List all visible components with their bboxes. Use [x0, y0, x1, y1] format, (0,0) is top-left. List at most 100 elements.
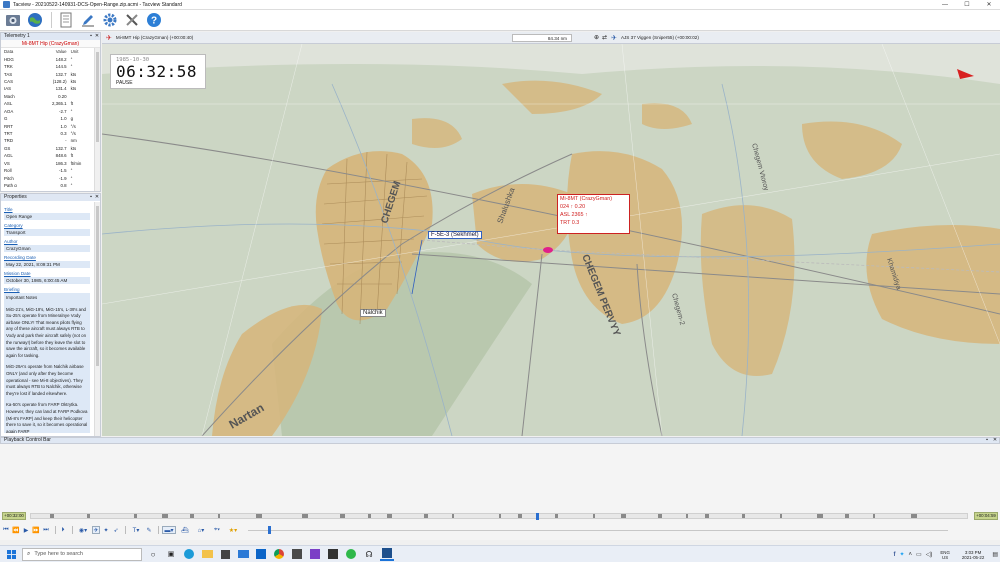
rewind-icon[interactable]: ⏪ [12, 526, 20, 534]
property-label-mission-date[interactable]: Mission Date [4, 271, 97, 276]
headset-icon[interactable]: ☊ [362, 547, 376, 561]
terrain-map[interactable]: CHEGEM CHEGEM PERVYY Shalushka Chegem-2 … [102, 44, 1000, 436]
timeline-event-mark[interactable] [910, 514, 917, 518]
map-viewport[interactable]: ✈ Mi-8MT Hip (CrazyGman) (+00:00:40) 84.… [102, 32, 1000, 436]
telemetry-row[interactable]: Path α 0.8 ° [3, 182, 95, 189]
timeline-event-mark[interactable] [255, 514, 262, 518]
minimize-button[interactable]: — [934, 0, 956, 10]
taskbar-search[interactable]: ⌕ Type here to search [22, 547, 142, 561]
timeline-event-mark[interactable] [190, 514, 195, 518]
telemetry-row[interactable]: RRT 1.0 °/s [3, 122, 95, 129]
timeline-event-mark[interactable] [742, 514, 746, 518]
settings-icon[interactable] [100, 11, 119, 29]
timeline-event-mark[interactable] [779, 514, 782, 518]
mail-icon[interactable] [236, 547, 250, 561]
primary-object-label[interactable]: Mi-8MT Hip (CrazyGman) (+00:00:40) [112, 35, 193, 40]
volume-icon[interactable]: ◁) [926, 551, 933, 558]
telemetry-row[interactable]: G 1.0 g [3, 115, 95, 122]
telemetry-row[interactable]: Roll -1.5 ° [3, 167, 95, 174]
telemetry-row[interactable]: GS 132.7 kts [3, 145, 95, 152]
network-icon[interactable]: ▭ [916, 551, 922, 558]
slider-knob[interactable] [268, 526, 271, 534]
close-icon[interactable]: ✕ [94, 194, 100, 201]
edge-icon[interactable] [182, 547, 196, 561]
property-value-mission-date[interactable]: October 30, 1985, 6:00:45 AM [4, 277, 90, 284]
selected-object-info[interactable]: Mi-8MT (CrazyGman) 024 ↑ 0.20 ASL 2365 ↑… [557, 194, 630, 234]
helicopter-filter-icon[interactable]: ✦ [102, 526, 110, 534]
property-value-title[interactable]: Open Range [4, 213, 90, 220]
property-label-author[interactable]: Author [4, 239, 97, 244]
facebook-icon[interactable]: f [894, 552, 896, 558]
windows-start-icon[interactable] [0, 546, 22, 562]
property-value-recording-date[interactable]: May 22, 2021, 8:09:31 PM [4, 261, 90, 268]
telemetry-row[interactable]: TRT 0.3 °/s [3, 130, 95, 137]
game-icon[interactable] [326, 547, 340, 561]
twitch-icon[interactable] [308, 547, 322, 561]
show-hidden-icons-icon[interactable]: ˄ [909, 552, 913, 558]
cortana-icon[interactable]: ○ [146, 547, 160, 561]
timeline-event-mark[interactable] [87, 514, 91, 518]
timeline-event-mark[interactable] [302, 514, 309, 518]
telemetry-row[interactable]: TRK 144.5 ° [3, 63, 95, 70]
ship-icon[interactable]: ⛴ [178, 526, 192, 534]
document-icon[interactable] [56, 11, 75, 29]
telemetry-row[interactable]: CAS (128.2) kts [3, 78, 95, 85]
property-value-briefing[interactable]: Important Notes MiG-21's, MiG-19's, MiG-… [4, 293, 90, 433]
building-icon[interactable]: ⌂▾ [194, 526, 208, 534]
properties-scrollbar[interactable] [94, 202, 100, 436]
timeline-event-mark[interactable] [367, 514, 371, 518]
telemetry-row[interactable]: Mach 0.20 [3, 93, 95, 100]
edit-icon[interactable] [78, 11, 97, 29]
telemetry-scrollbar[interactable] [94, 48, 100, 191]
globe-icon[interactable] [25, 11, 44, 29]
taskbar-clock[interactable]: 3:03 PM 2021-05-22 [962, 550, 984, 560]
timeline-event-mark[interactable] [845, 514, 850, 518]
weapon-filter-icon[interactable]: ➶ [112, 526, 120, 534]
store-icon[interactable] [218, 547, 232, 561]
language-indicator[interactable]: ENG US [940, 550, 950, 560]
waypoint-icon[interactable]: ⌖▾ [210, 526, 224, 534]
timeline-event-mark[interactable] [817, 514, 824, 518]
timeline-event-mark[interactable] [49, 514, 54, 518]
property-value-author[interactable]: CrazyGman [4, 245, 90, 252]
telemetry-subject[interactable]: Mi-8MT Hip (CrazyGman) [1, 40, 100, 48]
telemetry-row[interactable]: ASL 2,365.1 ft [3, 100, 95, 107]
timeline-event-mark[interactable] [686, 514, 689, 518]
aircraft-filter-icon[interactable]: ✈ [92, 526, 100, 534]
loop-icon[interactable]: ⏵ [59, 526, 67, 534]
timeline-track[interactable] [30, 513, 968, 520]
open-icon[interactable] [3, 11, 22, 29]
aircraft-label-f5e[interactable]: F-5E-3 (Sekhmet) [428, 231, 482, 239]
scrollbar-thumb[interactable] [96, 52, 99, 142]
timeline-event-mark[interactable] [704, 514, 709, 518]
telemetry-row[interactable]: Pitch -1.9 ° [3, 174, 95, 181]
play-icon[interactable]: ▶ [22, 526, 30, 534]
telemetry-row[interactable]: IAS 131.4 kts [3, 85, 95, 92]
timeline-event-mark[interactable] [555, 514, 559, 518]
telemetry-row[interactable]: HDG 148.2 ° [3, 55, 95, 62]
maximize-button[interactable]: ☐ [956, 0, 978, 10]
outlook-icon[interactable] [254, 547, 268, 561]
property-label-recording-date[interactable]: Recording Date [4, 255, 97, 260]
task-view-icon[interactable]: ▣ [164, 547, 178, 561]
skip-end-icon[interactable]: ⏭ [42, 526, 50, 534]
telemetry-row[interactable]: AGL 848.6 ft [3, 152, 95, 159]
fast-forward-icon[interactable]: ⏩ [32, 526, 40, 534]
timeline-event-mark[interactable] [162, 514, 169, 518]
timeline-event-mark[interactable] [620, 514, 626, 518]
tools-icon[interactable] [122, 11, 141, 29]
property-label-category[interactable]: Category [4, 223, 97, 228]
timeline-event-mark[interactable] [339, 514, 345, 518]
whatsapp-icon[interactable] [344, 547, 358, 561]
marker-filter-icon[interactable]: ✎ [145, 526, 153, 534]
timeline-event-mark[interactable] [386, 514, 392, 518]
close-icon[interactable]: ✕ [94, 33, 100, 40]
pin-icon[interactable]: ▪ [983, 438, 991, 443]
timeline-event-mark[interactable] [873, 514, 876, 518]
scrollbar-thumb[interactable] [96, 206, 99, 366]
timeline[interactable]: +00:32:00 +00:04:59 [2, 512, 998, 520]
close-icon[interactable]: ✕ [991, 438, 999, 443]
label-filter-icon[interactable]: T▾ [129, 526, 143, 534]
camera-icon[interactable]: ◉▾ [76, 526, 90, 534]
timeline-event-mark[interactable] [517, 514, 522, 518]
